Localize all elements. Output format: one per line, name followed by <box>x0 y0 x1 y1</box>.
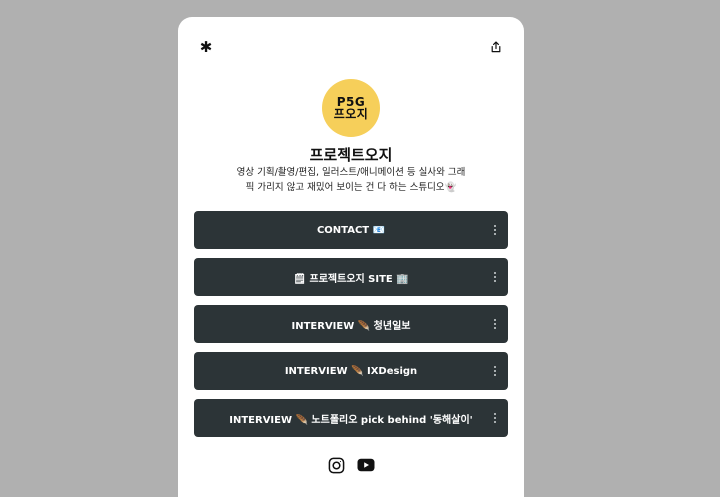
kebab-menu-icon[interactable] <box>492 364 498 378</box>
link-label: INTERVIEW 🪶 청년일보 <box>291 320 411 332</box>
kebab-menu-icon[interactable] <box>492 270 498 284</box>
link-button-interview-1[interactable]: INTERVIEW 🪶 청년일보 <box>194 305 508 343</box>
avatar: P5G 프오지 <box>322 79 380 137</box>
youtube-icon[interactable] <box>357 456 375 474</box>
kebab-menu-icon[interactable] <box>492 411 498 425</box>
link-label: 🗒 프로젝트오지 SITE 🏢 <box>293 273 409 285</box>
link-label: CONTACT 📧 <box>316 224 386 236</box>
link-list: CONTACT 📧 🗒 프로젝트오지 SITE 🏢 INTERVIEW 🪶 청년… <box>194 211 508 446</box>
linktree-logo-icon[interactable]: ✱ <box>196 37 216 57</box>
link-label: INTERVIEW 🪶 노트폴리오 pick behind '동해살이' <box>229 414 473 426</box>
link-button-contact[interactable]: CONTACT 📧 <box>194 211 508 249</box>
profile-name: 프로젝트오지 <box>309 146 393 164</box>
profile-card: ✱ P5G 프오지 프로젝트오지 영상 기획/촬영/편집, 일러스트/애니메이션… <box>178 17 524 497</box>
link-button-interview-2[interactable]: INTERVIEW 🪶 IXDesign <box>194 352 508 390</box>
kebab-menu-icon[interactable] <box>492 223 498 237</box>
social-links <box>178 456 524 474</box>
link-button-site[interactable]: 🗒 프로젝트오지 SITE 🏢 <box>194 258 508 296</box>
kebab-menu-icon[interactable] <box>492 317 498 331</box>
link-label: INTERVIEW 🪶 IXDesign <box>284 365 418 377</box>
profile-description: 영상 기획/촬영/편집, 일러스트/애니메이션 등 실사와 그래픽 가리지 않고… <box>236 167 466 193</box>
link-button-interview-3[interactable]: INTERVIEW 🪶 노트폴리오 pick behind '동해살이' <box>194 399 508 437</box>
instagram-icon[interactable] <box>327 456 345 474</box>
avatar-text-line-2: 프오지 <box>333 107 369 121</box>
share-icon[interactable] <box>486 37 506 57</box>
